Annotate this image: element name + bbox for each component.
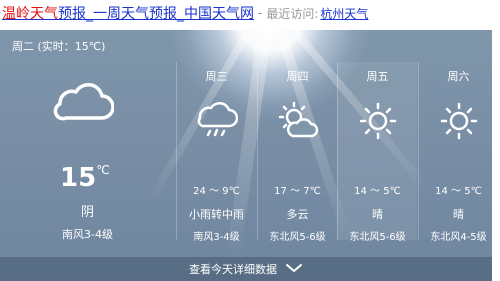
page-title-link[interactable]: 温岭天气预报_一周天气预报_中国天气网	[2, 3, 254, 23]
sun-icon	[438, 100, 480, 146]
day-temperature: 14 ～ 5℃	[435, 186, 482, 197]
title-city: 温岭天气	[2, 6, 58, 22]
day-condition: 晴	[453, 208, 464, 221]
day-wind: 东北风4-5级	[430, 232, 487, 243]
sun-icon	[357, 100, 399, 146]
page-header: 温岭天气预报_一周天气预报_中国天气网 - 最近访问: 杭州天气	[0, 0, 500, 26]
today-temp-unit: ℃	[96, 163, 110, 177]
day-name: 周三	[205, 70, 228, 83]
day-temperature: 17 ～ 7℃	[274, 186, 321, 197]
title-suffix: 预报_一周天气预报_中国天气网	[58, 6, 254, 22]
view-details-label: 查看今天详细数据	[189, 263, 277, 276]
day-temperature: 14 ～ 5℃	[354, 186, 401, 197]
today-wind: 南风3-4级	[62, 228, 113, 241]
recent-city-link[interactable]: 杭州天气	[320, 5, 368, 22]
cloud-icon	[52, 82, 115, 126]
day-condition: 晴	[372, 208, 383, 221]
forecast-day[interactable]: 周三 24 ～ 9℃ 小雨转中雨 南风3-4级	[176, 62, 256, 243]
forecast-day[interactable]: 周五 14 ～ 5℃ 晴 东北风5-6级	[337, 62, 417, 243]
view-details-button[interactable]: 查看今天详细数据	[0, 257, 492, 281]
day-wind: 东北风5-6级	[269, 232, 326, 243]
weather-panel: 周二 (实时：15℃) 15℃ 阴 南风3-4级 周三 24 ～ 9℃ 小雨转中…	[0, 30, 492, 281]
chevron-down-icon	[285, 263, 303, 276]
day-wind: 南风3-4级	[193, 232, 240, 243]
today-label: 周二 (实时：15℃)	[12, 40, 106, 53]
day-wind: 东北风5-6级	[349, 232, 406, 243]
recent-label: 最近访问:	[266, 6, 319, 21]
forecast-day[interactable]: 周六 14 ～ 5℃ 晴 东北风4-5级	[418, 62, 492, 243]
day-temperature: 24 ～ 9℃	[193, 186, 240, 197]
partly-cloudy-icon	[277, 100, 319, 146]
day-name: 周五	[366, 70, 389, 83]
rain-cloud-icon	[196, 100, 239, 146]
day-condition: 多云	[286, 208, 309, 221]
today-condition: 阴	[80, 205, 94, 220]
today-temp-value: 15	[60, 163, 97, 193]
day-condition: 小雨转中雨	[189, 208, 244, 221]
forecast-day[interactable]: 周四 17 ～ 7℃ 多云 东北风5-6级	[257, 62, 337, 243]
title-separator: -	[258, 6, 263, 20]
day-name: 周六	[447, 70, 470, 83]
today-temperature: 15℃	[60, 163, 110, 193]
day-name: 周四	[286, 70, 309, 83]
